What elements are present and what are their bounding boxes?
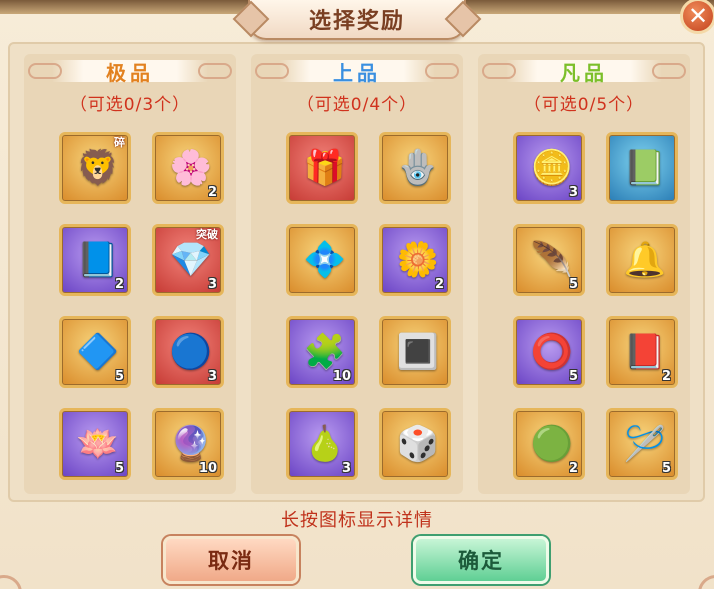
cloud-ornament-icon: [28, 63, 62, 79]
item-count: 5: [568, 369, 578, 384]
reward-item[interactable]: 🎁: [286, 132, 358, 204]
close-button[interactable]: ✕: [680, 0, 714, 34]
column-header: 极品: [24, 58, 236, 85]
item-count: 5: [661, 461, 671, 476]
pink-cake-box-icon: 🎁: [303, 148, 347, 188]
reward-item[interactable]: 💠: [286, 224, 358, 296]
item-count: 5: [568, 277, 578, 292]
item-count: 2: [207, 185, 217, 200]
blue-scroll-book-icon: 📗: [623, 148, 667, 188]
reward-item[interactable]: 📗: [606, 132, 678, 204]
cloud-ornament-icon: [255, 63, 289, 79]
reward-column-2: 上品 （可选0/4个） 🎁 🪬 💠 🌼 2 🧩 10 🔳 🍐 3 🎲: [251, 54, 463, 494]
reward-item[interactable]: 🔔: [606, 224, 678, 296]
blue-crystal-icon: 💠: [303, 240, 347, 280]
reward-item[interactable]: 🍐 3: [286, 408, 358, 480]
corner-ornament-left: [0, 575, 22, 589]
cloud-ornament-icon: [425, 63, 459, 79]
reward-dialog: 选择奖励 ✕ 极品 （可选0/3个） 🦁 碎 🌸 2 📘 2 💎 突破 3 🔷 5 🔵 3 🪷 5 🔮 10 上品 （可…: [0, 0, 714, 589]
reward-item[interactable]: 🪷 5: [59, 408, 131, 480]
item-count: 2: [434, 277, 444, 292]
item-count: 5: [114, 461, 124, 476]
cloud-ornament-icon: [482, 63, 516, 79]
grade-title: 极品: [106, 60, 154, 85]
item-count: 2: [661, 369, 671, 384]
reward-item[interactable]: 🪶 5: [513, 224, 585, 296]
reward-item[interactable]: 🎲: [379, 408, 451, 480]
jade-pendant-icon: 🪬: [396, 148, 440, 188]
item-count: 2: [114, 277, 124, 292]
grade-title: 凡品: [560, 60, 608, 85]
close-icon: ✕: [687, 2, 709, 30]
cancel-button[interactable]: 取消: [163, 536, 299, 584]
item-count: 5: [114, 369, 124, 384]
cloud-ornament-icon: [652, 63, 686, 79]
reward-item[interactable]: 🔷 5: [59, 316, 131, 388]
grade-title: 上品: [333, 60, 381, 85]
reward-item[interactable]: 🔵 3: [152, 316, 224, 388]
reward-item[interactable]: 🟢 2: [513, 408, 585, 480]
reward-item[interactable]: 🪙 3: [513, 132, 585, 204]
item-count: 3: [341, 461, 351, 476]
reward-item[interactable]: 📘 2: [59, 224, 131, 296]
hint-text: 长按图标显示详情: [281, 510, 433, 531]
item-count: 3: [207, 277, 217, 292]
mirror-frame-icon: 🔳: [396, 332, 440, 372]
bronze-bells-icon: 🔔: [623, 240, 667, 280]
reward-item[interactable]: 🔮 10: [152, 408, 224, 480]
reward-item[interactable]: 🌼 2: [379, 224, 451, 296]
reward-item[interactable]: 💎 突破 3: [152, 224, 224, 296]
selection-counter: （可选0/4个）: [296, 95, 418, 115]
reward-item[interactable]: 🧩 10: [286, 316, 358, 388]
reward-item[interactable]: 🪬: [379, 132, 451, 204]
reward-item[interactable]: 🌸 2: [152, 132, 224, 204]
item-count: 3: [207, 369, 217, 384]
item-tag: 碎: [114, 136, 125, 149]
confirm-button[interactable]: 确定: [413, 536, 549, 584]
dice-pouch-icon: 🎲: [396, 424, 440, 464]
reward-item[interactable]: 📕 2: [606, 316, 678, 388]
dialog-title: 选择奖励: [308, 9, 405, 34]
reward-column-1: 极品 （可选0/3个） 🦁 碎 🌸 2 📘 2 💎 突破 3 🔷 5 🔵 3 🪷 5 🔮 10: [24, 54, 236, 494]
corner-ornament-right: [698, 575, 714, 589]
item-count: 2: [568, 461, 578, 476]
reward-item[interactable]: 🦁 碎: [59, 132, 131, 204]
column-header: 凡品: [478, 58, 690, 85]
title-banner: 选择奖励: [248, 0, 466, 40]
cloud-ornament-icon: [198, 63, 232, 79]
item-count: 10: [198, 461, 217, 476]
item-count: 3: [568, 185, 578, 200]
selection-counter: （可选0/3个）: [69, 95, 191, 115]
column-header: 上品: [251, 58, 463, 85]
reward-item[interactable]: 🪡 5: [606, 408, 678, 480]
reward-column-3: 凡品 （可选0/5个） 🪙 3 📗 🪶 5 🔔 ⭕ 5 📕 2 🟢 2 🪡 5: [478, 54, 690, 494]
item-count: 10: [332, 369, 351, 384]
selection-counter: （可选0/5个）: [523, 95, 645, 115]
item-tag: 突破: [196, 228, 218, 241]
reward-item[interactable]: 🔳: [379, 316, 451, 388]
reward-item[interactable]: ⭕ 5: [513, 316, 585, 388]
